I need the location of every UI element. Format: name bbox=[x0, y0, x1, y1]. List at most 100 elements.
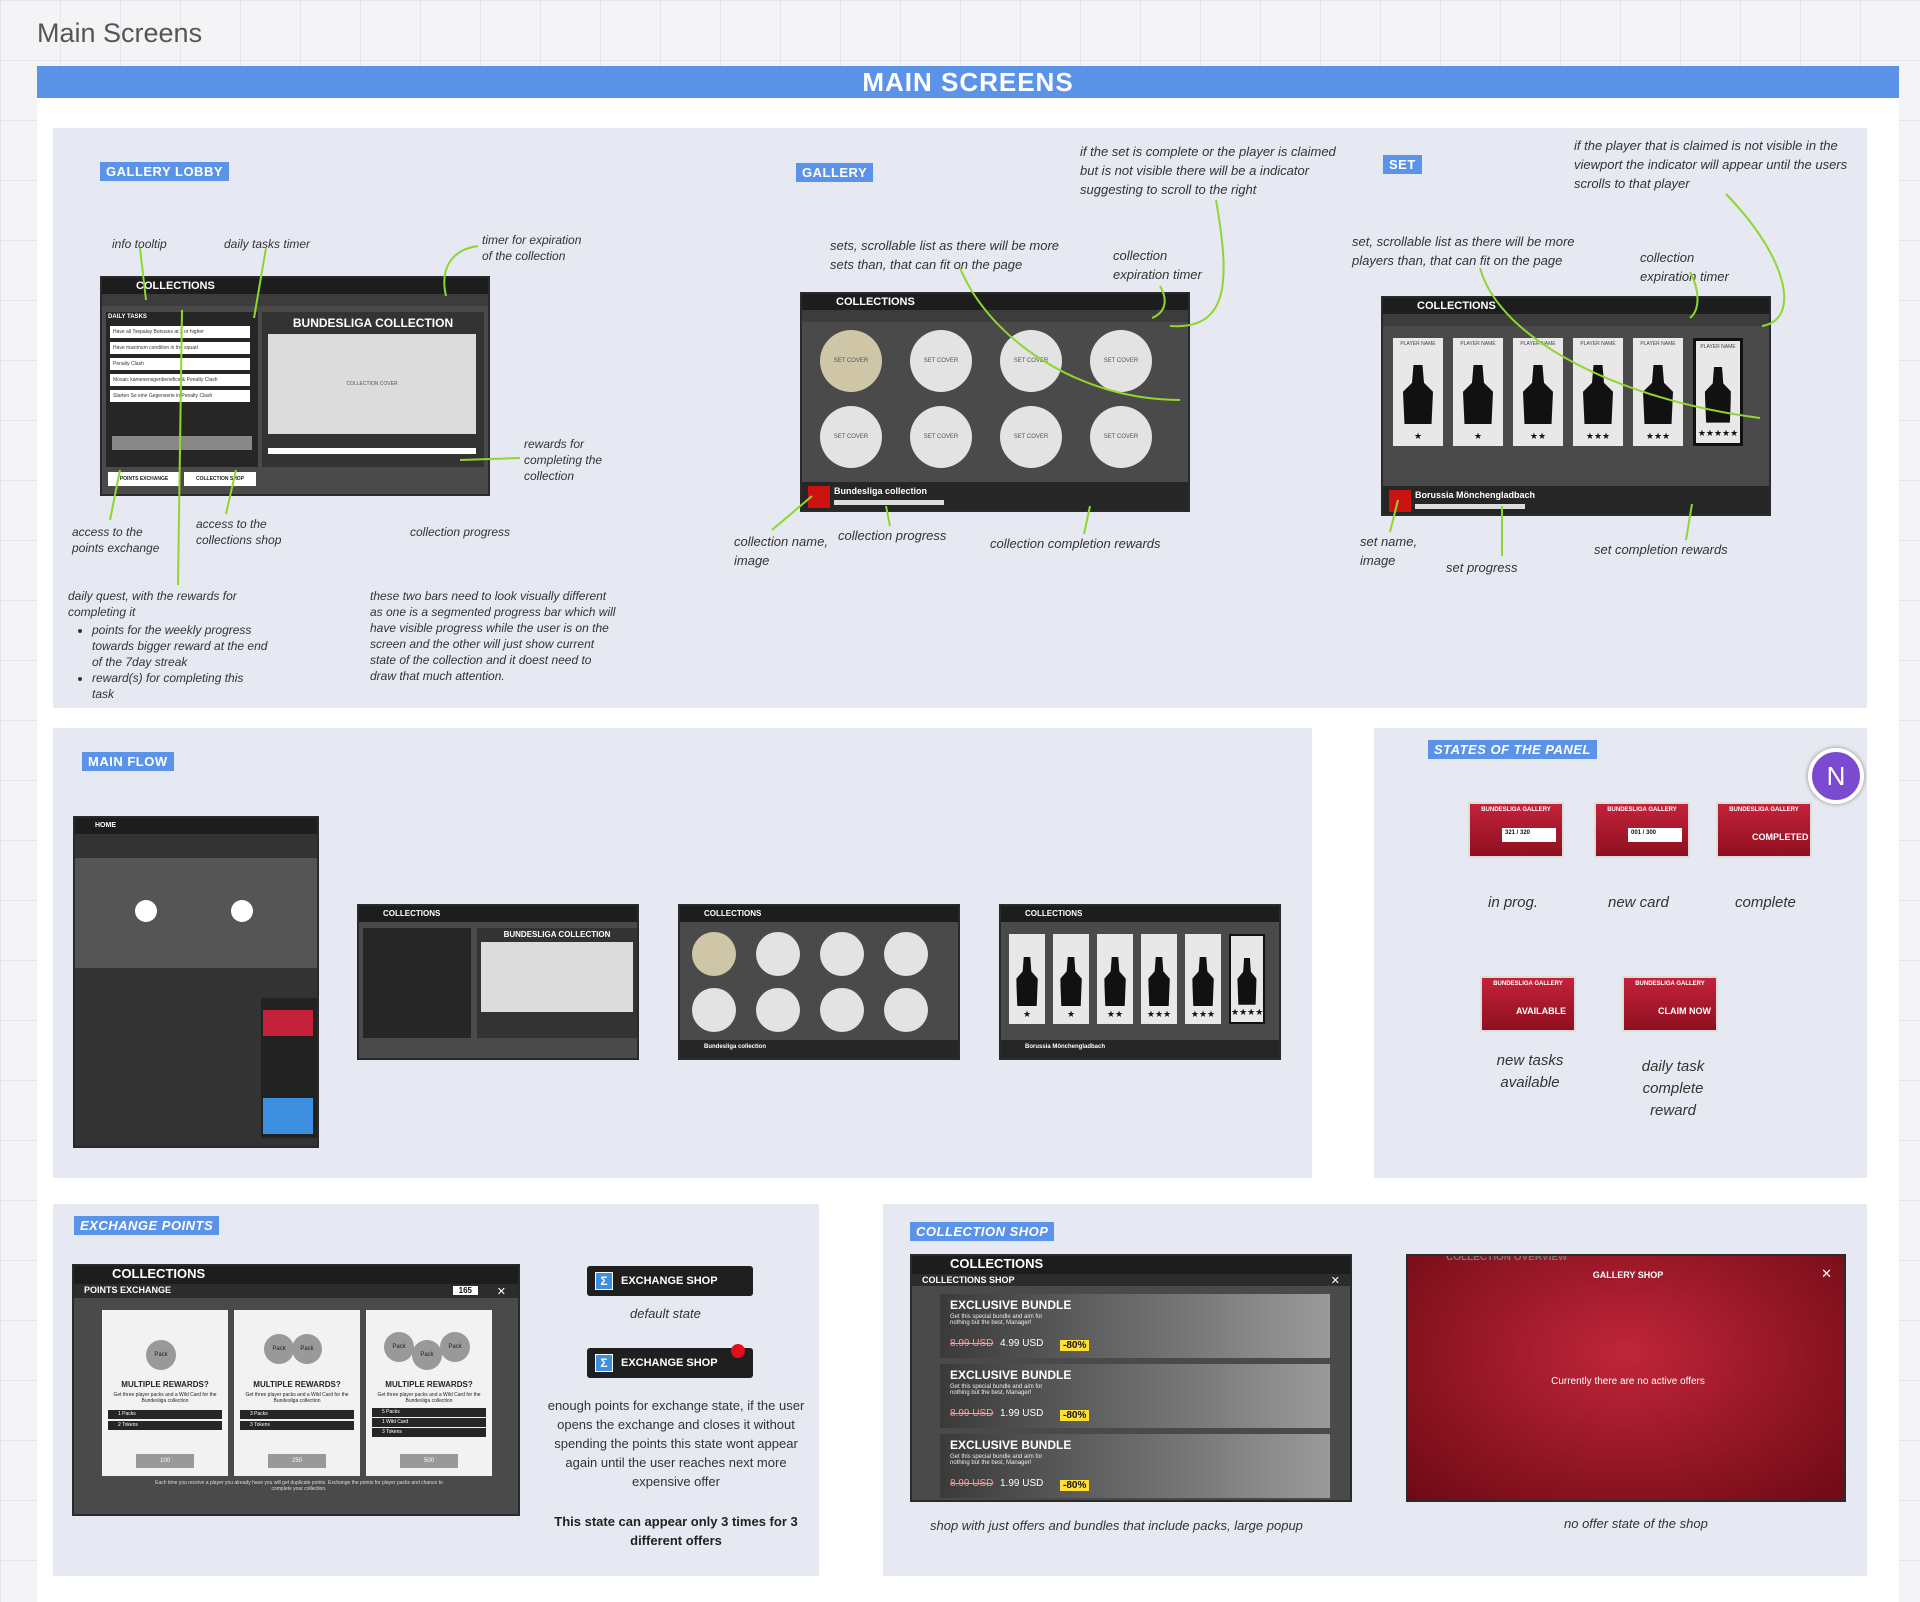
points-badge: 165 bbox=[452, 1286, 478, 1295]
state-title: BUNDESLIGA GALLERY bbox=[1481, 807, 1551, 813]
flow-set-screen: COLLECTIONS ★ ★ ★★ ★★★ ★★★ ★★★★ Borussia… bbox=[999, 904, 1281, 1060]
set-cover[interactable]: SET COVER bbox=[1000, 330, 1062, 392]
set-cover[interactable]: SET COVER bbox=[1000, 406, 1062, 468]
set-cover[interactable]: SET COVER bbox=[910, 406, 972, 468]
collection-shop-button[interactable]: COLLECTION SHOP bbox=[184, 472, 256, 486]
offer-item: 1 Packs bbox=[108, 1410, 222, 1419]
home-header: HOME bbox=[75, 818, 317, 834]
bundle-offer[interactable]: EXCLUSIVE BUNDLE Get this special bundle… bbox=[940, 1434, 1330, 1498]
streak-bar bbox=[112, 436, 252, 450]
banner: MAIN SCREENS bbox=[37, 66, 1899, 98]
set-cover[interactable] bbox=[692, 932, 736, 976]
player-card[interactable]: ★★★ bbox=[1185, 934, 1221, 1024]
player-card[interactable]: ★ bbox=[1053, 934, 1089, 1024]
flow-lobby-header: COLLECTIONS bbox=[359, 906, 637, 922]
exchange-shop-chip-enough[interactable]: Σ EXCHANGE SHOP bbox=[587, 1344, 753, 1378]
bundesliga-logo-icon bbox=[808, 486, 830, 508]
task-row[interactable]: Have all Tsepalay Bonuses at 2 or higher bbox=[110, 326, 250, 338]
task-row[interactable]: Starten Se eine Gegenserie in Penalty Cl… bbox=[110, 390, 250, 402]
points-exchange-button[interactable]: POINTS EXCHANGE bbox=[108, 472, 180, 486]
state-caption: new card bbox=[1608, 894, 1669, 911]
exchange-footer: Each time you receive a player you alrea… bbox=[155, 1480, 443, 1492]
player-name: PLAYER NAME bbox=[1400, 341, 1436, 347]
avatar[interactable]: N bbox=[1808, 748, 1864, 804]
close-icon[interactable]: ✕ bbox=[497, 1285, 506, 1298]
task-row[interactable]: Have maximum condition in the squad bbox=[110, 342, 250, 354]
flow-set-footer: Borussia Mönchengladbach bbox=[1001, 1040, 1279, 1058]
player-card-claimed[interactable]: PLAYER NAME ★★★★★ bbox=[1693, 338, 1743, 446]
note-set-progress: set progress bbox=[1446, 560, 1518, 575]
offer-item: 1 Wild Card bbox=[372, 1418, 486, 1427]
states-panel bbox=[1374, 728, 1867, 1178]
player-card[interactable]: PLAYER NAME ★★★ bbox=[1633, 338, 1683, 446]
state-claim[interactable]: BUNDESLIGA GALLERY CLAIM NOW bbox=[1622, 976, 1718, 1032]
state-caption: new tasks available bbox=[1496, 1052, 1564, 1091]
player-card[interactable]: PLAYER NAME ★ bbox=[1393, 338, 1443, 446]
flow-collection: BUNDESLIGA COLLECTION bbox=[477, 928, 637, 1038]
bundle-price: 1.99 USD bbox=[1000, 1478, 1044, 1489]
bundle-offer[interactable]: EXCLUSIVE BUNDLE Get this special bundle… bbox=[940, 1294, 1330, 1358]
state-value: AVAILABLE bbox=[1516, 1006, 1567, 1016]
set-cover[interactable] bbox=[756, 932, 800, 976]
set-cover[interactable]: SET COVER bbox=[910, 330, 972, 392]
state-new-tasks[interactable]: BUNDESLIGA GALLERY AVAILABLE bbox=[1480, 976, 1576, 1032]
offer-price-button[interactable]: 250 bbox=[268, 1454, 326, 1468]
set-cover[interactable]: SET COVER bbox=[820, 406, 882, 468]
task-row[interactable]: Penalty Clash bbox=[110, 358, 250, 370]
set-cover[interactable] bbox=[884, 988, 928, 1032]
set-cover[interactable] bbox=[884, 932, 928, 976]
task-row[interactable]: Mosaic kamenensgenbenefice & Penalty Cla… bbox=[110, 374, 250, 386]
state-in-progress[interactable]: BUNDESLIGA GALLERY 321 / 320 bbox=[1468, 802, 1564, 858]
set-cover[interactable] bbox=[756, 988, 800, 1032]
player-card[interactable]: PLAYER NAME ★★ bbox=[1513, 338, 1563, 446]
set-cover[interactable]: SET COVER bbox=[1090, 406, 1152, 468]
set-cover[interactable] bbox=[820, 932, 864, 976]
sigma-icon: Σ bbox=[595, 1272, 613, 1290]
state-title: BUNDESLIGA GALLERY bbox=[1729, 807, 1799, 813]
player-card[interactable]: ★★★ bbox=[1141, 934, 1177, 1024]
exchange-subtitle: POINTS EXCHANGE bbox=[84, 1285, 172, 1295]
set-footer: Borussia Mönchengladbach bbox=[1383, 486, 1769, 514]
set-cover[interactable] bbox=[692, 988, 736, 1032]
tag-exchange: EXCHANGE POINTS bbox=[74, 1216, 220, 1235]
tag-gallery: GALLERY bbox=[796, 163, 874, 182]
discount-badge: -80% bbox=[1060, 1480, 1090, 1491]
close-icon[interactable]: ✕ bbox=[1331, 1274, 1340, 1287]
daily-tasks-title: DAILY TASKS bbox=[108, 314, 147, 320]
player-card[interactable]: PLAYER NAME ★ bbox=[1453, 338, 1503, 446]
set-cover[interactable] bbox=[820, 988, 864, 1032]
exchange-offer[interactable]: Pack Pack Pack MULTIPLE REWARDS? Get thr… bbox=[366, 1310, 492, 1476]
state-value: 321 / 320 bbox=[1502, 828, 1556, 842]
player-card[interactable]: PLAYER NAME ★★★ bbox=[1573, 338, 1623, 446]
collection-area: BUNDESLIGA COLLECTION COLLECTION COVER bbox=[262, 312, 484, 467]
set-subbar bbox=[1383, 314, 1769, 326]
offer-item: 2 Tokens bbox=[108, 1421, 222, 1430]
note-info-tooltip: info tooltip bbox=[112, 237, 167, 251]
state-value: COMPLETED bbox=[1752, 832, 1809, 842]
state-new-card[interactable]: BUNDESLIGA GALLERY 001 / 300 bbox=[1594, 802, 1690, 858]
exchange-offer[interactable]: Pack MULTIPLE REWARDS? Get three player … bbox=[102, 1310, 228, 1476]
player-card[interactable]: ★★ bbox=[1097, 934, 1133, 1024]
chip-label: EXCHANGE SHOP bbox=[621, 1275, 718, 1287]
close-icon[interactable]: ✕ bbox=[1821, 1266, 1832, 1282]
offer-price-button[interactable]: 500 bbox=[400, 1454, 458, 1468]
player-card-claimed[interactable]: ★★★★ bbox=[1229, 934, 1265, 1024]
set-cover[interactable]: SET COVER bbox=[820, 330, 882, 392]
offer-desc: Get three player packs and a Wild Card f… bbox=[113, 1392, 217, 1404]
bundle-offer[interactable]: EXCLUSIVE BUNDLE Get this special bundle… bbox=[940, 1364, 1330, 1428]
player-card[interactable]: ★ bbox=[1009, 934, 1045, 1024]
collection-progress bbox=[834, 500, 944, 505]
note-points-exchange: access to the points exchange bbox=[72, 525, 160, 555]
home-hero bbox=[75, 858, 317, 968]
offer-price-button[interactable]: 100 bbox=[136, 1454, 194, 1468]
club-logo-icon bbox=[1389, 490, 1411, 512]
exchange-shop-chip-default[interactable]: Σ EXCHANGE SHOP bbox=[587, 1266, 753, 1296]
offer-item: 3 Packs bbox=[240, 1410, 354, 1419]
board-title: Main Screens bbox=[37, 18, 203, 48]
bundle-old-price: 8.99 USD bbox=[950, 1338, 994, 1349]
state-complete[interactable]: BUNDESLIGA GALLERY COMPLETED bbox=[1716, 802, 1812, 858]
set-cover[interactable]: SET COVER bbox=[1090, 330, 1152, 392]
state-value: 001 / 300 bbox=[1628, 828, 1682, 842]
bundle-desc: Get this special bundle and aim for noth… bbox=[950, 1314, 1043, 1326]
exchange-offer[interactable]: Pack Pack MULTIPLE REWARDS? Get three pl… bbox=[234, 1310, 360, 1476]
